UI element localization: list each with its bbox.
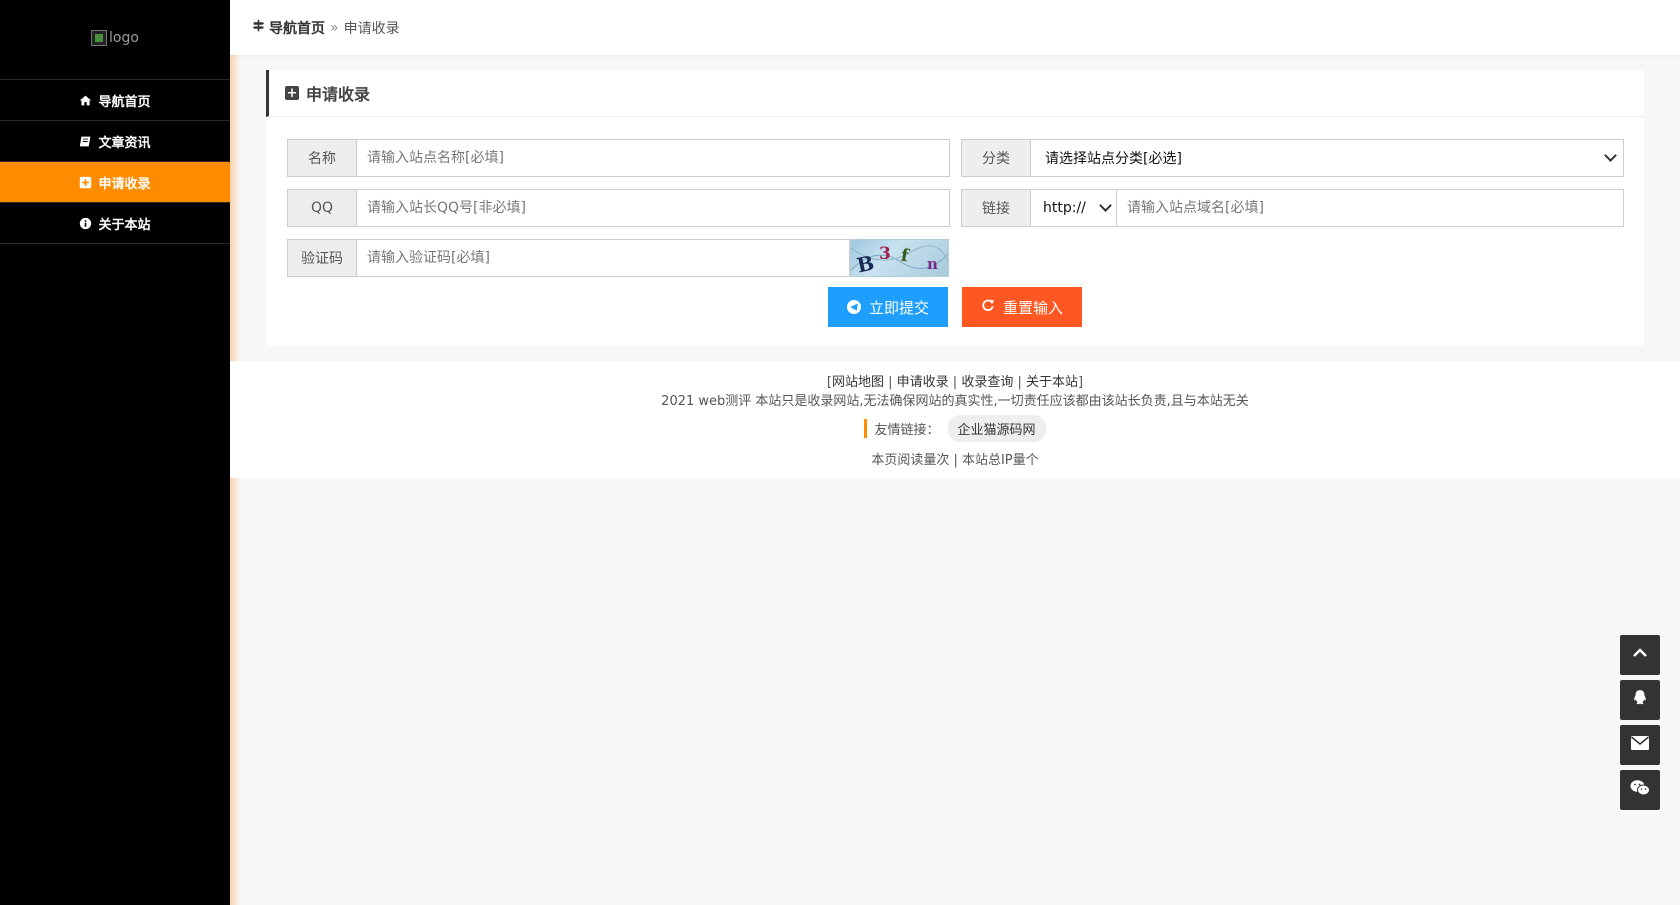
captcha-char: n [927,255,938,273]
category-field: 分类 请选择站点分类[必选] [961,139,1624,177]
sidebar-item-about[interactable]: 关于本站 [0,203,230,244]
domain-input[interactable] [1117,189,1624,227]
protocol-select[interactable]: http:// [1031,189,1117,227]
footer-link-about[interactable]: 关于本站 [1026,375,1078,390]
logo-area: logo [0,0,230,80]
footer: [网站地图 | 申请收录 | 收录查询 | 关于本站] 2021 web测评 本… [230,361,1680,478]
home-icon [79,94,92,107]
breadcrumb-current: 申请收录 [343,20,400,37]
plus-square-icon: + [285,85,299,101]
footer-link-submit[interactable]: 申请收录 [897,375,949,390]
broken-image-icon [91,30,108,46]
friend-links: 友情链接： 企业猫源码网 [230,415,1680,442]
sidebar-item-home[interactable]: 导航首页 [0,80,230,121]
panel-header: + 申请收录 [266,70,1644,117]
footer-link-query[interactable]: 收录查询 [961,375,1013,390]
breadcrumb-home-link[interactable]: 导航首页 [252,18,325,38]
sidebar-item-label: 导航首页 [98,94,151,110]
wechat-contact-button[interactable] [1620,770,1660,810]
chevron-down-icon [1099,199,1112,212]
signpost-icon [252,19,265,36]
email-contact-button[interactable] [1620,725,1660,765]
logo-alt-text: logo [109,30,139,46]
sidebar: logo 导航首页 文章资讯 申请收录 关于本站 [0,0,230,905]
breadcrumb-separator: » [330,19,339,36]
reset-button-label: 重置输入 [1002,298,1063,317]
name-label: 名称 [287,139,357,177]
sidebar-item-label: 申请收录 [98,176,151,192]
wechat-icon [1630,779,1650,801]
footer-links: [网站地图 | 申请收录 | 收录查询 | 关于本站] [230,371,1680,390]
friend-links-label: 友情链接： [864,419,940,438]
captcha-char: 3 [879,244,891,264]
name-field: 名称 [287,139,950,177]
footer-copyright: 2021 web测评 本站只是收录网站,无法确保网站的真实性,一切责任应该都由该… [661,394,1249,409]
captcha-field: 验证码 [287,239,850,277]
protocol-selected-value: http:// [1043,200,1086,216]
footer-stats: 本页阅读量次 | 本站总IP量个 [871,453,1039,468]
qq-label: QQ [287,189,357,227]
qq-input[interactable] [357,189,950,227]
plus-square-icon [79,176,92,189]
submit-button[interactable]: 立即提交 [828,287,948,327]
breadcrumb: 导航首页 » 申请收录 [230,0,1680,55]
submit-button-label: 立即提交 [868,298,929,317]
refresh-icon [981,298,995,316]
info-circle-icon [79,217,92,230]
link-separator: | [884,375,897,390]
telegram-icon [846,300,861,314]
book-icon [79,135,92,148]
friend-link[interactable]: 企业猫源码网 [947,415,1046,442]
sidebar-item-label: 文章资讯 [98,135,151,151]
category-select[interactable]: 请选择站点分类[必选] [1031,139,1624,177]
captcha-input[interactable] [357,239,850,277]
reset-button[interactable]: 重置输入 [962,287,1082,327]
category-label: 分类 [961,139,1031,177]
breadcrumb-home-label: 导航首页 [269,20,325,37]
panel-title: 申请收录 [306,85,371,104]
captcha-image[interactable]: B 3 f n [850,239,949,277]
qq-icon [1631,689,1649,711]
sidebar-nav: 导航首页 文章资讯 申请收录 关于本站 [0,80,230,244]
url-field: 链接 http:// [961,189,1624,227]
sidebar-item-label: 关于本站 [98,217,151,233]
back-to-top-button[interactable] [1620,635,1660,675]
bracket-close: ] [1078,375,1084,390]
arrow-up-icon [1632,645,1648,665]
sidebar-item-submit-site[interactable]: 申请收录 [0,162,230,203]
name-input[interactable] [357,139,950,177]
logo-image[interactable]: logo [91,30,139,46]
qq-field: QQ [287,189,950,227]
envelope-icon [1631,736,1649,754]
qq-contact-button[interactable] [1620,680,1660,720]
footer-link-sitemap[interactable]: 网站地图 [832,375,884,390]
category-selected-value: 请选择站点分类[必选] [1045,151,1182,167]
url-label: 链接 [961,189,1031,227]
chevron-down-icon [1604,149,1617,162]
link-separator: | [948,375,962,390]
sidebar-item-articles[interactable]: 文章资讯 [0,121,230,162]
captcha-label: 验证码 [287,239,357,277]
link-separator: | [1013,375,1026,390]
